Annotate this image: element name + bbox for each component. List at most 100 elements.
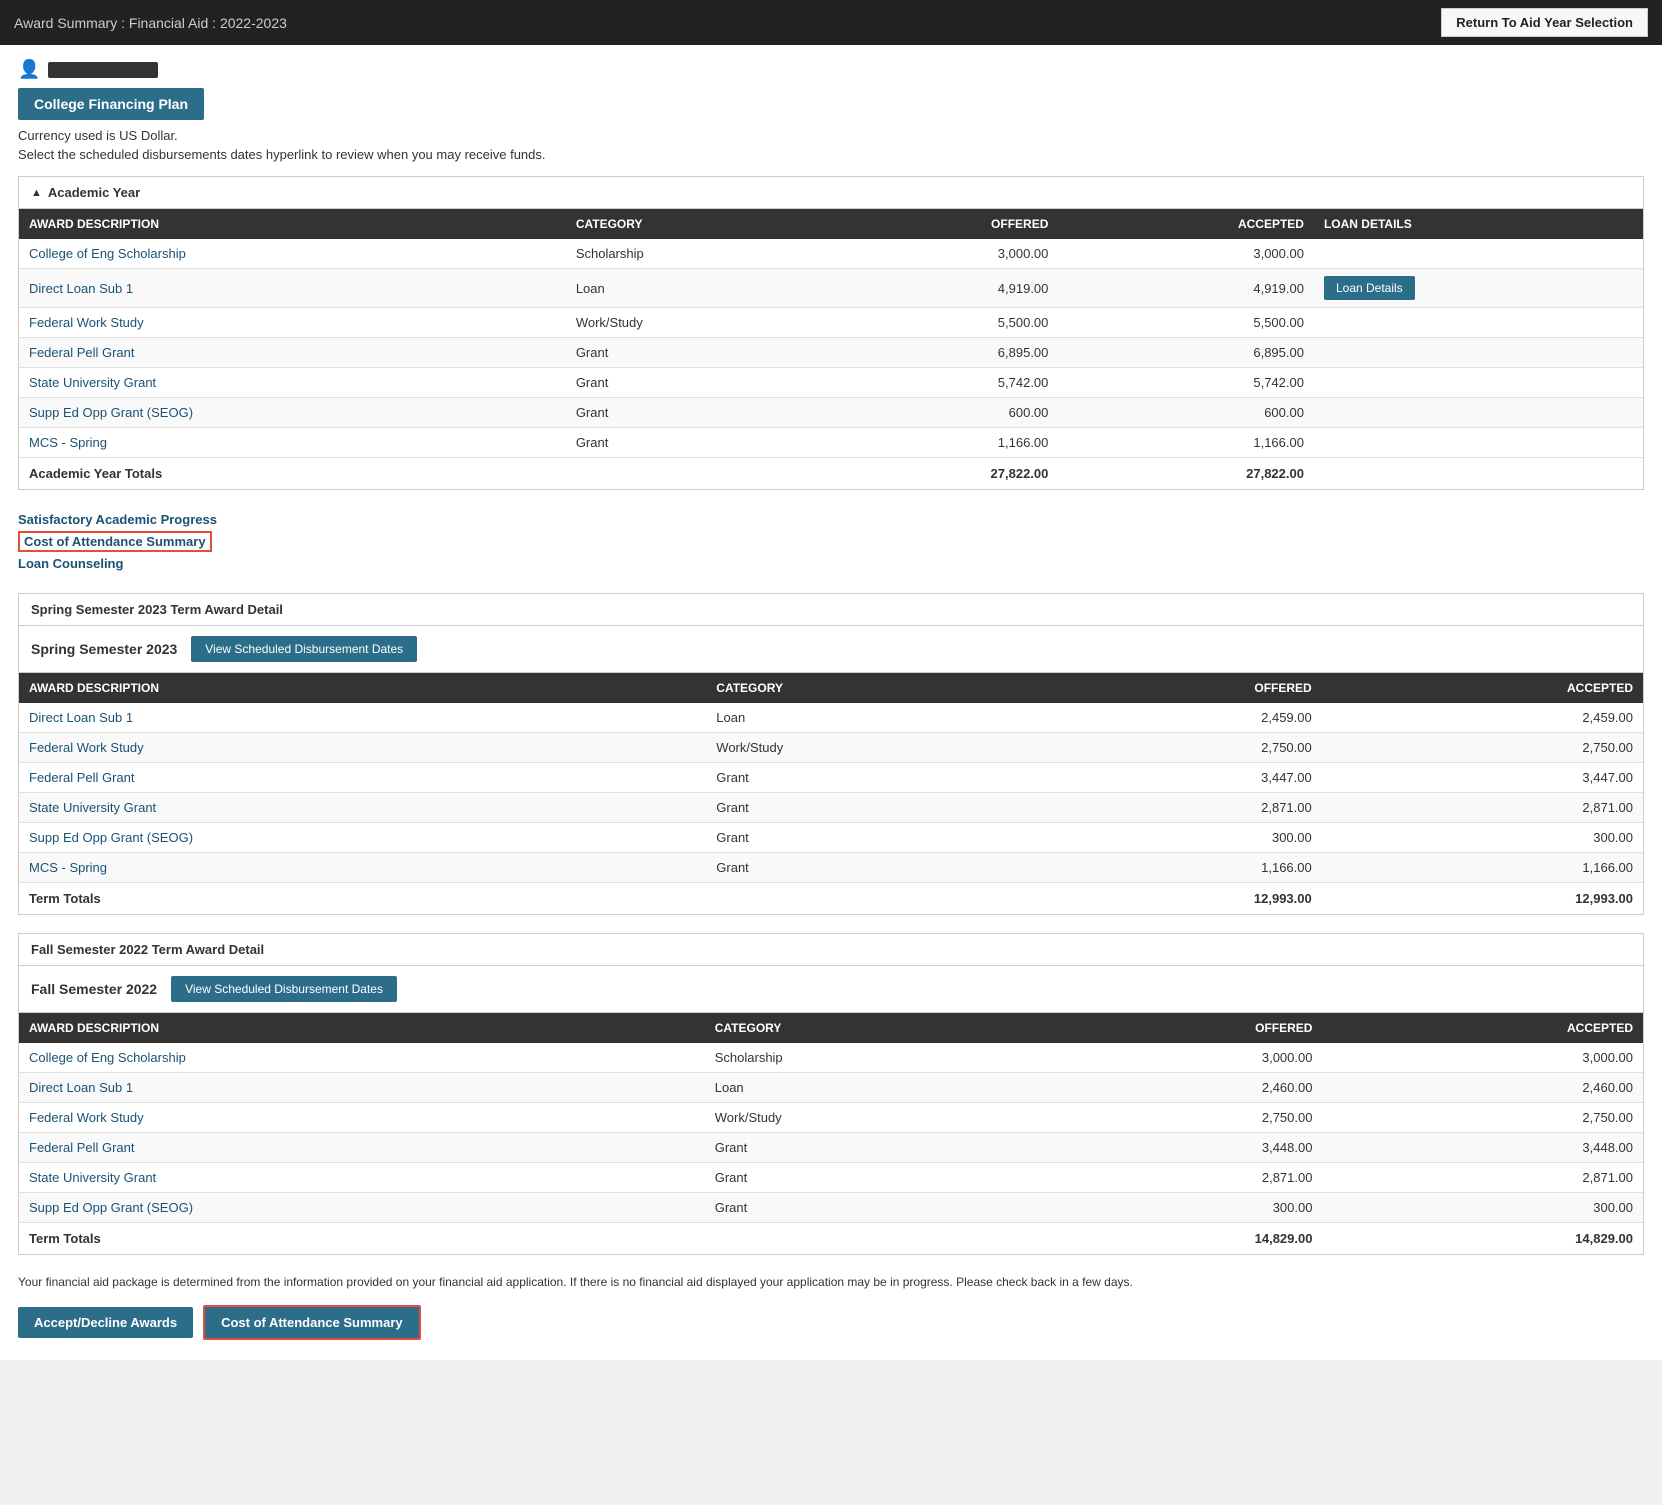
accepted-cell: 2,871.00	[1322, 1163, 1643, 1193]
college-financing-plan-button[interactable]: College Financing Plan	[18, 88, 204, 120]
table-row: MCS - Spring Grant 1,166.00 1,166.00	[19, 853, 1643, 883]
spring-totals-row: Term Totals 12,993.00 12,993.00	[19, 883, 1643, 915]
table-row: Supp Ed Opp Grant (SEOG) Grant 600.00 60…	[19, 398, 1643, 428]
award-link[interactable]: College of Eng Scholarship	[29, 1050, 186, 1065]
award-link[interactable]: Federal Pell Grant	[29, 770, 135, 785]
offered-cell: 3,448.00	[1032, 1133, 1322, 1163]
accepted-cell: 5,500.00	[1058, 308, 1314, 338]
fall-term-header: Fall Semester 2022 Term Award Detail	[19, 934, 1643, 966]
award-description-cell: College of Eng Scholarship	[19, 239, 566, 269]
coa-summary-button[interactable]: Cost of Attendance Summary	[203, 1305, 421, 1340]
col-spring-accepted: ACCEPTED	[1322, 673, 1643, 703]
col-offered: OFFERED	[827, 209, 1058, 239]
spring-view-dates-button[interactable]: View Scheduled Disbursement Dates	[191, 636, 417, 662]
accepted-cell: 2,459.00	[1322, 703, 1643, 733]
award-description-cell: Federal Pell Grant	[19, 338, 566, 368]
accepted-cell: 2,750.00	[1322, 733, 1643, 763]
page-title: Award Summary : Financial Aid : 2022-202…	[14, 15, 287, 31]
offered-cell: 2,871.00	[1031, 793, 1322, 823]
offered-cell: 2,750.00	[1031, 733, 1322, 763]
award-link[interactable]: Federal Work Study	[29, 740, 144, 755]
award-description-cell: Federal Pell Grant	[19, 763, 706, 793]
return-to-aid-year-button[interactable]: Return To Aid Year Selection	[1441, 8, 1648, 37]
award-link[interactable]: Federal Pell Grant	[29, 1140, 135, 1155]
award-description-cell: College of Eng Scholarship	[19, 1043, 705, 1073]
user-row: 👤	[18, 59, 1644, 80]
total-offered: 27,822.00	[827, 458, 1058, 490]
award-link[interactable]: Direct Loan Sub 1	[29, 710, 133, 725]
award-link[interactable]: College of Eng Scholarship	[29, 246, 186, 261]
award-description-cell: Federal Work Study	[19, 733, 706, 763]
table-row: Federal Pell Grant Grant 6,895.00 6,895.…	[19, 338, 1643, 368]
category-cell: Grant	[705, 1193, 1033, 1223]
award-link[interactable]: MCS - Spring	[29, 435, 107, 450]
main-content: 👤 College Financing Plan Currency used i…	[0, 45, 1662, 1360]
award-link[interactable]: Supp Ed Opp Grant (SEOG)	[29, 830, 193, 845]
award-description-cell: MCS - Spring	[19, 428, 566, 458]
footer-note: Your financial aid package is determined…	[18, 1273, 1644, 1291]
award-description-cell: Direct Loan Sub 1	[19, 269, 566, 308]
col-spring-category: CATEGORY	[706, 673, 1031, 703]
loan-counseling-link[interactable]: Loan Counseling	[18, 556, 1644, 571]
accepted-cell: 3,000.00	[1322, 1043, 1643, 1073]
table-row: State University Grant Grant 2,871.00 2,…	[19, 1163, 1643, 1193]
col-category: CATEGORY	[566, 209, 827, 239]
spring-term-title: Spring Semester 2023	[31, 641, 177, 657]
award-description-cell: State University Grant	[19, 1163, 705, 1193]
offered-cell: 5,742.00	[827, 368, 1058, 398]
award-description-cell: Supp Ed Opp Grant (SEOG)	[19, 823, 706, 853]
loan-details-cell	[1314, 239, 1643, 269]
fall-total-accepted: 14,829.00	[1322, 1223, 1643, 1255]
fall-term-sub-header: Fall Semester 2022 View Scheduled Disbur…	[19, 966, 1643, 1013]
col-fall-accepted: ACCEPTED	[1322, 1013, 1643, 1043]
spring-total-accepted: 12,993.00	[1322, 883, 1643, 915]
fall-view-dates-button[interactable]: View Scheduled Disbursement Dates	[171, 976, 397, 1002]
satisfactory-academic-progress-link[interactable]: Satisfactory Academic Progress	[18, 512, 1644, 527]
cost-of-attendance-summary-link[interactable]: Cost of Attendance Summary	[18, 531, 212, 552]
category-cell: Grant	[705, 1163, 1033, 1193]
table-row: Federal Work Study Work/Study 2,750.00 2…	[19, 1103, 1643, 1133]
offered-cell: 300.00	[1031, 823, 1322, 853]
award-link[interactable]: Federal Work Study	[29, 315, 144, 330]
fall-term-table: AWARD DESCRIPTION CATEGORY OFFERED ACCEP…	[19, 1013, 1643, 1254]
col-loan-details: LOAN DETAILS	[1314, 209, 1643, 239]
accepted-cell: 3,000.00	[1058, 239, 1314, 269]
accept-decline-awards-button[interactable]: Accept/Decline Awards	[18, 1307, 193, 1338]
category-cell: Grant	[566, 368, 827, 398]
award-link[interactable]: State University Grant	[29, 800, 156, 815]
table-row: MCS - Spring Grant 1,166.00 1,166.00	[19, 428, 1643, 458]
academic-year-totals-row: Academic Year Totals 27,822.00 27,822.00	[19, 458, 1643, 490]
award-description-cell: Federal Work Study	[19, 1103, 705, 1133]
academic-year-header: ▲ Academic Year	[19, 177, 1643, 209]
category-cell: Grant	[706, 793, 1031, 823]
award-description-cell: Federal Work Study	[19, 308, 566, 338]
category-cell: Grant	[706, 853, 1031, 883]
award-link[interactable]: Direct Loan Sub 1	[29, 281, 133, 296]
user-icon: 👤	[18, 59, 40, 80]
top-bar: Award Summary : Financial Aid : 2022-202…	[0, 0, 1662, 45]
award-link[interactable]: Direct Loan Sub 1	[29, 1080, 133, 1095]
fall-totals-label: Term Totals	[19, 1223, 705, 1255]
offered-cell: 3,447.00	[1031, 763, 1322, 793]
award-link[interactable]: Supp Ed Opp Grant (SEOG)	[29, 405, 193, 420]
loan-details-button[interactable]: Loan Details	[1324, 276, 1415, 300]
award-link[interactable]: State University Grant	[29, 375, 156, 390]
offered-cell: 2,459.00	[1031, 703, 1322, 733]
accepted-cell: 3,448.00	[1322, 1133, 1643, 1163]
accepted-cell: 300.00	[1322, 1193, 1643, 1223]
offered-cell: 1,166.00	[1031, 853, 1322, 883]
fall-total-offered: 14,829.00	[1032, 1223, 1322, 1255]
offered-cell: 6,895.00	[827, 338, 1058, 368]
accepted-cell: 1,166.00	[1058, 428, 1314, 458]
award-link[interactable]: Federal Work Study	[29, 1110, 144, 1125]
spring-term-header: Spring Semester 2023 Term Award Detail	[19, 594, 1643, 626]
award-link[interactable]: Federal Pell Grant	[29, 345, 135, 360]
award-link[interactable]: MCS - Spring	[29, 860, 107, 875]
award-link[interactable]: Supp Ed Opp Grant (SEOG)	[29, 1200, 193, 1215]
award-link[interactable]: State University Grant	[29, 1170, 156, 1185]
category-cell: Scholarship	[566, 239, 827, 269]
award-description-cell: Direct Loan Sub 1	[19, 1073, 705, 1103]
currency-note: Currency used is US Dollar.	[18, 128, 1644, 143]
offered-cell: 2,750.00	[1032, 1103, 1322, 1133]
category-cell: Work/Study	[706, 733, 1031, 763]
